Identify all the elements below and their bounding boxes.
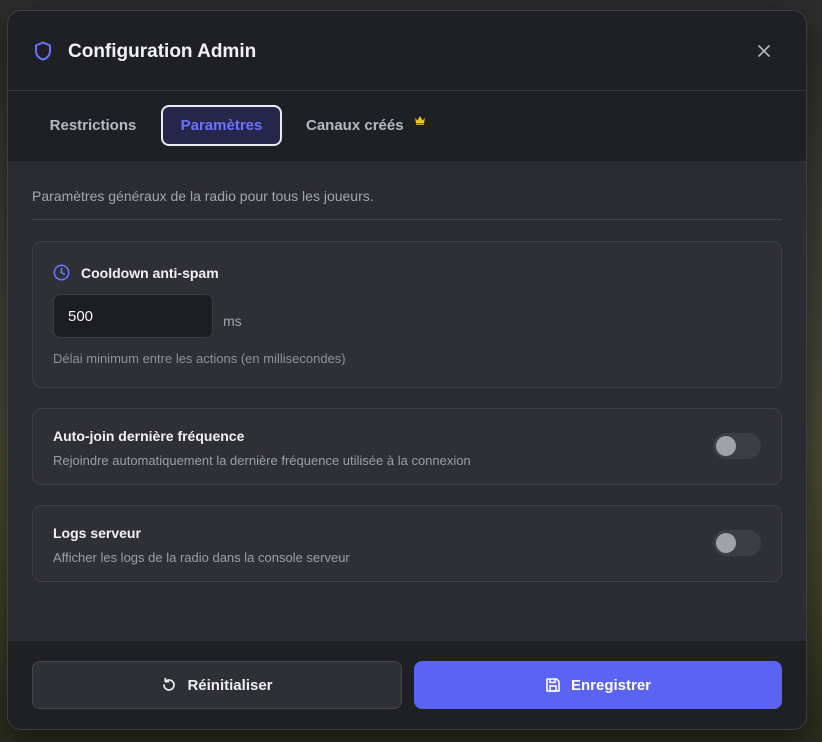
tab-restrictions[interactable]: Restrictions [38, 105, 148, 146]
tab-canaux-crees[interactable]: Canaux créés [298, 105, 438, 146]
autojoin-toggle[interactable] [713, 433, 761, 459]
cooldown-input[interactable] [53, 294, 213, 338]
logs-description: Afficher les logs de la radio dans la co… [53, 550, 350, 565]
cooldown-title: Cooldown anti-spam [81, 265, 219, 281]
admin-config-modal: Configuration Admin Restrictions Paramèt… [7, 10, 807, 730]
modal-title: Configuration Admin [68, 41, 257, 62]
settings-description: Paramètres généraux de la radio pour tou… [32, 188, 374, 204]
toggle-knob [716, 436, 736, 456]
divider [32, 219, 782, 220]
cooldown-unit: ms [223, 313, 242, 329]
logs-card: Logs serveur Afficher les logs de la rad… [32, 505, 782, 582]
rotate-ccw-icon [163, 677, 176, 691]
save-button[interactable]: Enregistrer [414, 661, 782, 709]
autojoin-title: Auto-join dernière fréquence [53, 428, 245, 444]
modal-header: Configuration Admin [8, 11, 806, 91]
logs-toggle[interactable] [713, 530, 761, 556]
close-icon [758, 45, 770, 57]
reset-button[interactable]: Réinitialiser [32, 661, 402, 709]
crown-icon [415, 116, 425, 125]
reset-label: Réinitialiser [187, 676, 273, 694]
modal-footer: Réinitialiser Enregistrer [8, 641, 806, 729]
cooldown-card: Cooldown anti-spam ms Délai minimum entr… [32, 241, 782, 388]
tab-canaux-crees-label: Canaux créés [306, 117, 404, 134]
save-label: Enregistrer [570, 676, 652, 694]
logs-title: Logs serveur [53, 525, 141, 541]
autojoin-card: Auto-join dernière fréquence Rejoindre a… [32, 408, 782, 485]
tab-bar: Restrictions Paramètres Canaux créés [8, 91, 806, 161]
save-icon [546, 678, 560, 692]
shield-icon [35, 41, 51, 61]
autojoin-description: Rejoindre automatiquement la dernière fr… [53, 453, 471, 468]
tab-parametres[interactable]: Paramètres [161, 105, 282, 146]
toggle-knob [716, 533, 736, 553]
clock-icon [53, 264, 70, 281]
close-button[interactable] [752, 39, 776, 63]
cooldown-hint: Délai minimum entre les actions (en mill… [53, 351, 346, 366]
